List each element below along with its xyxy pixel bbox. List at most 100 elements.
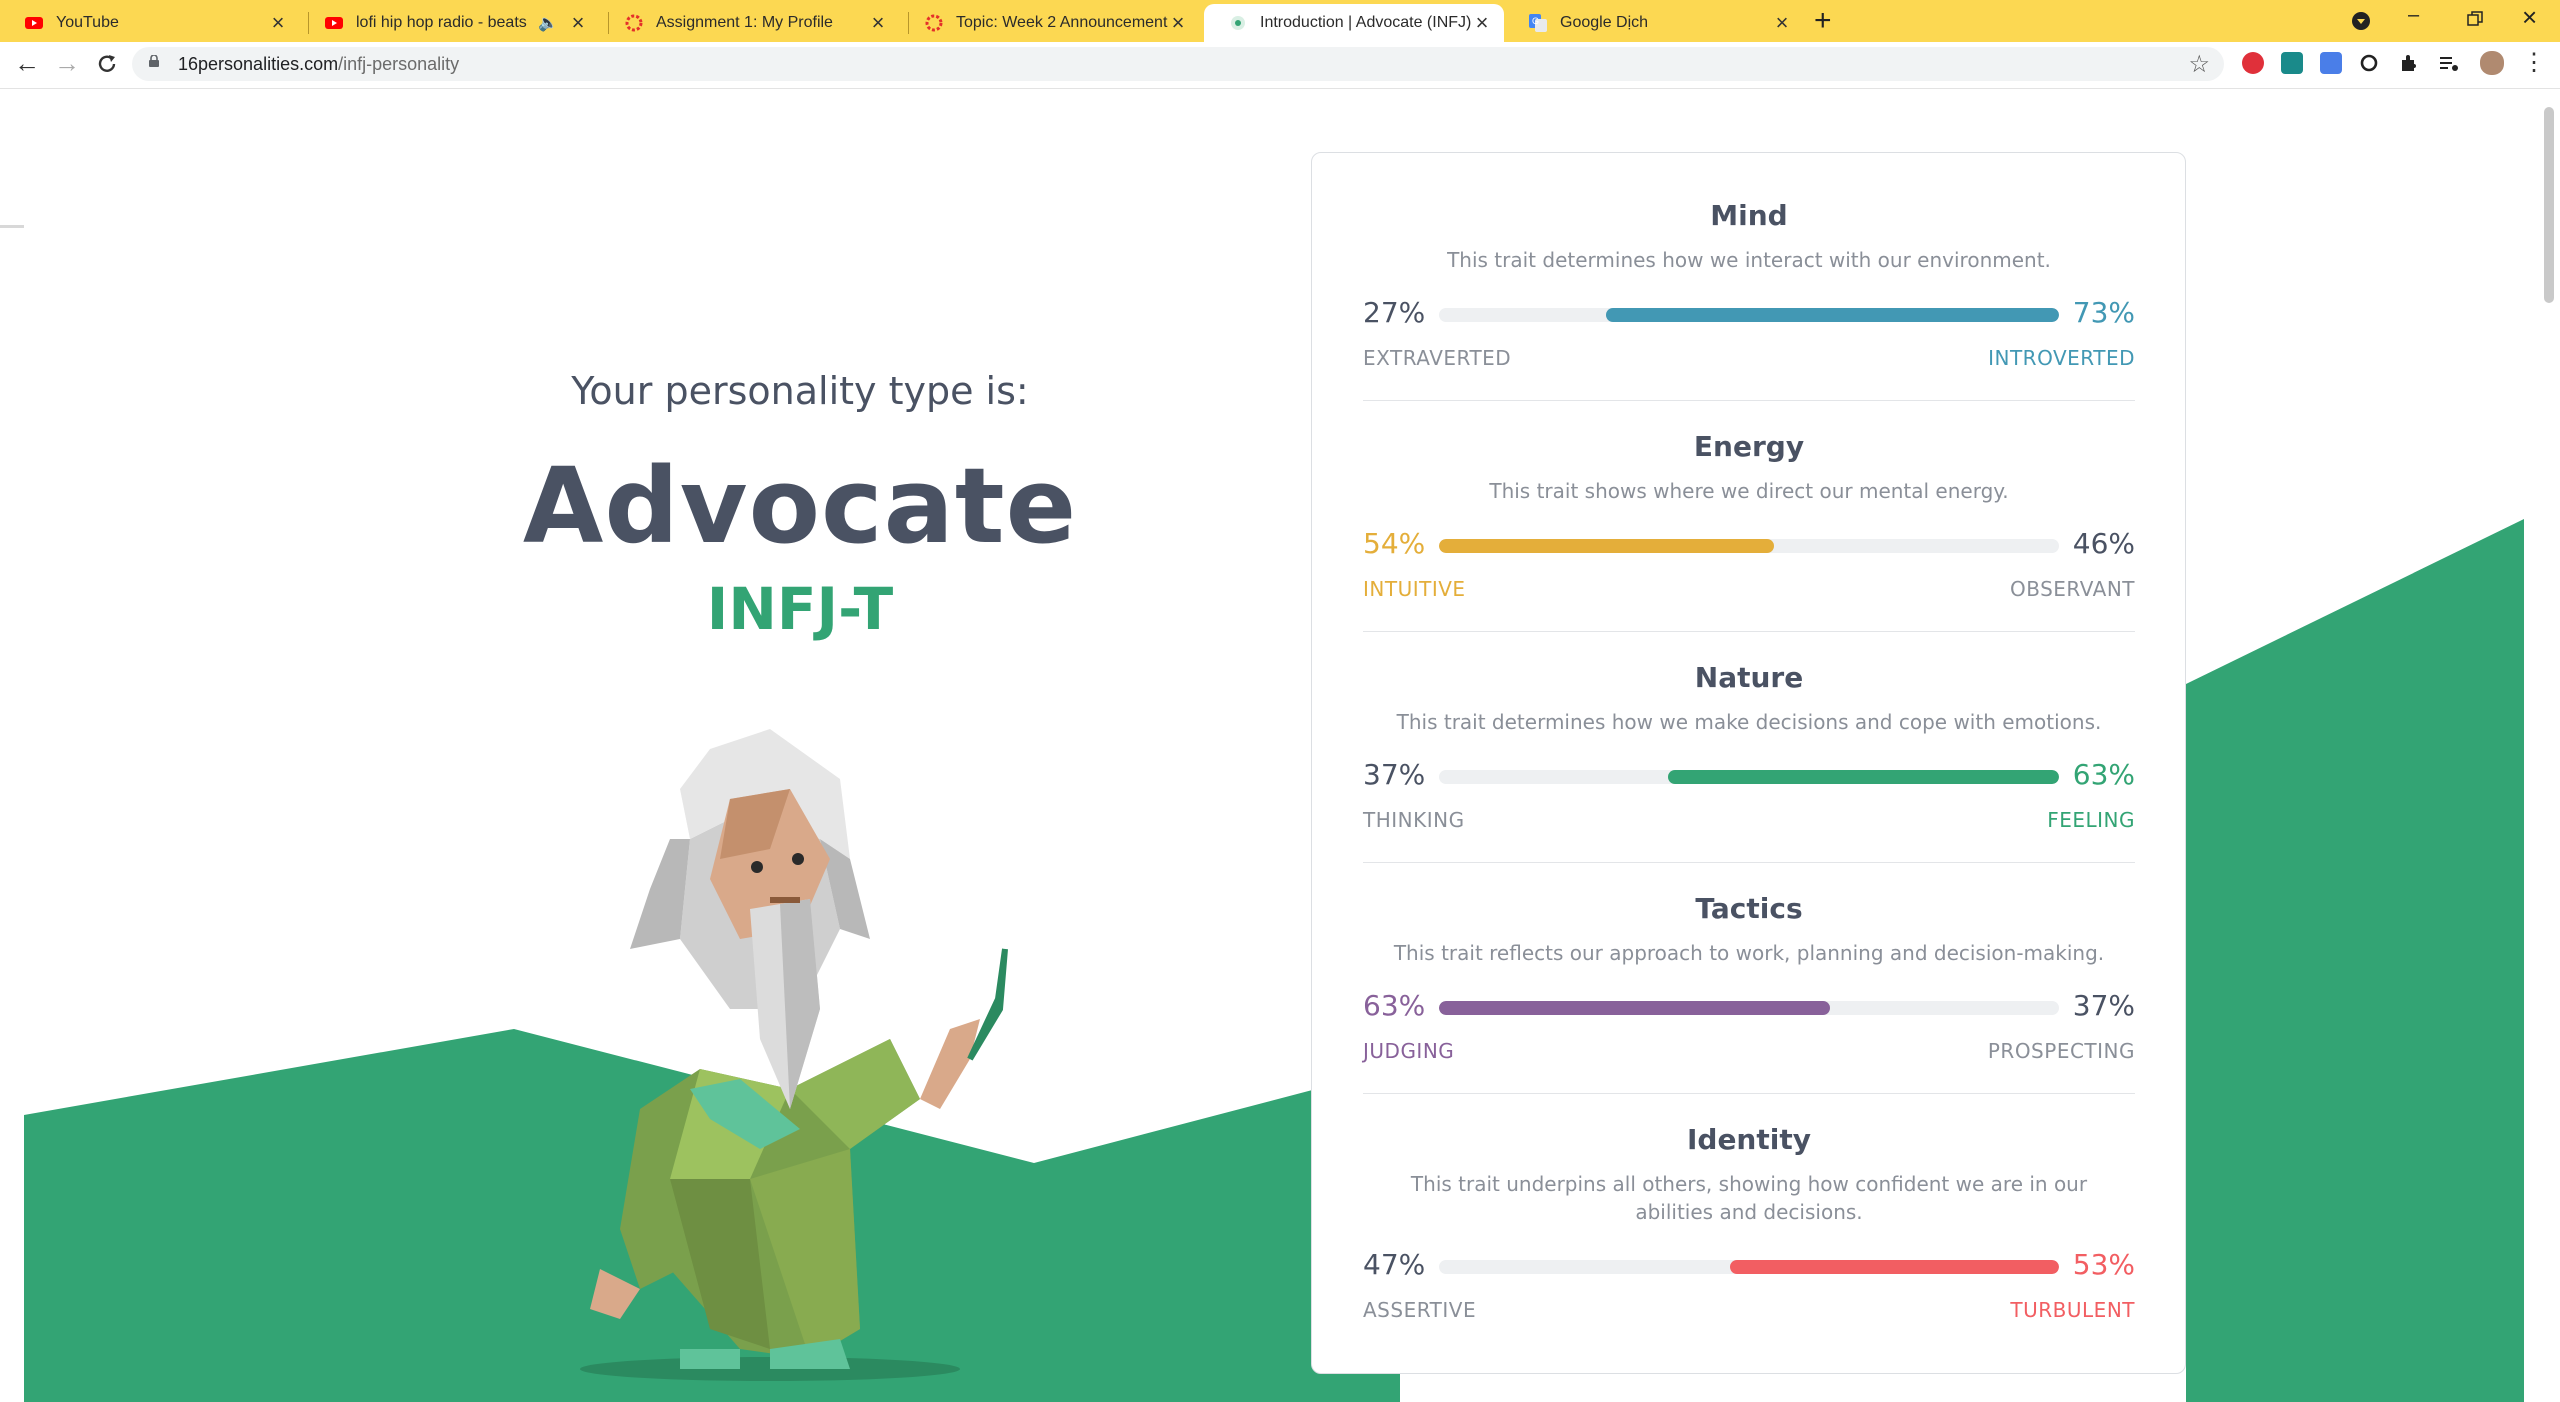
menu-dots-icon[interactable]: ⋮ [2522,48,2546,78]
trait-bar-row: 54% 46% [1363,525,2135,565]
trait-title: Nature [1694,661,1804,694]
16personalities-icon [1231,16,1245,30]
trait-left-percent: 37% [1363,758,1426,791]
extension-icon[interactable] [2281,52,2303,74]
trait-title: Mind [1710,199,1788,232]
page-scrollbar[interactable] [2540,89,2560,1402]
translate-extension-icon[interactable] [2320,52,2342,74]
divider [1363,862,2135,863]
media-queue-icon[interactable] [2438,52,2460,74]
trait-description: This trait reflects our approach to work… [1393,941,2105,965]
tab-assignment[interactable]: Assignment 1: My Profile × [600,4,900,42]
close-tab-icon[interactable]: × [1472,12,1492,34]
tab-title: Topic: Week 2 Announcement [956,14,1168,31]
trait-right-label: OBSERVANT [2009,577,2135,601]
adblock-icon[interactable] [2242,52,2264,74]
trait-left-label: THINKING [1363,808,1465,832]
trait-labels: EXTRAVERTED INTROVERTED [1363,346,2135,374]
trait-description: This trait shows where we direct our men… [1489,479,2009,503]
tab-title: Introduction | Advocate (INFJ) Pe [1260,14,1472,31]
trait-title: Tactics [1695,892,1803,925]
trait-progress-track [1439,1001,2059,1015]
tab-title: Google Dịch [1560,14,1649,31]
new-tab-button[interactable]: + [1814,6,1832,36]
tab-week2[interactable]: Topic: Week 2 Announcement × [900,4,1200,42]
trait-right-percent: 73% [2072,296,2135,329]
trait-right-label: INTROVERTED [1988,346,2135,370]
trait-right-percent: 63% [2072,758,2135,791]
trait-right-label: FEELING [2047,808,2135,832]
trait-left-percent: 54% [1363,527,1426,560]
browser-toolbar: ← → 16personalities.com/infj-personality… [0,42,2560,89]
close-tab-icon[interactable]: × [868,12,888,34]
page-content: Your personality type is: Advocate INFJ-… [0,89,2560,1402]
avatar[interactable] [2480,51,2504,75]
youtube-icon [325,17,343,29]
trait-mind: Mind This trait determines how we intera… [1363,199,2135,374]
restore-icon[interactable] [2466,10,2484,28]
tab-title: YouTube [56,14,119,31]
divider [1363,1093,2135,1094]
trait-labels: JUDGING PROSPECTING [1363,1039,2135,1067]
trait-progress-fill [1668,770,2059,784]
svg-text:G: G [1532,16,1539,26]
scrollbar-thumb[interactable] [2544,107,2554,303]
forward-icon[interactable]: → [54,48,80,78]
close-tab-icon[interactable]: × [1168,12,1188,34]
result-summary: Your personality type is: Advocate INFJ-… [400,369,1200,643]
minimize-icon[interactable]: – [2408,4,2419,27]
trait-right-label: PROSPECTING [1987,1039,2135,1063]
close-tab-icon[interactable]: × [1772,12,1792,34]
address-bar[interactable]: 16personalities.com/infj-personality ☆ [132,47,2224,81]
divider [1363,631,2135,632]
trait-left-label: INTUITIVE [1363,577,1466,601]
advocate-illustration [580,729,1008,1381]
trait-nature: Nature This trait determines how we make… [1363,661,2135,836]
trait-title: Energy [1693,430,1805,463]
tab-google-translate[interactable]: G Google Dịch × [1504,4,1804,42]
url-text: 16personalities.com/infj-personality [178,54,459,75]
youtube-icon [25,17,43,29]
tab-youtube[interactable]: YouTube × [0,4,300,42]
trait-right-percent: 37% [2072,989,2135,1022]
trait-bar-row: 63% 37% [1363,987,2135,1027]
speaker-muted-icon[interactable]: 🔈 [538,13,558,33]
puzzle-icon[interactable] [2398,52,2420,74]
tab-strip: YouTube × lofi hip hop radio - beats to … [0,0,2560,42]
tab-title: Assignment 1: My Profile [656,14,833,31]
trait-left-percent: 27% [1363,296,1426,329]
trait-left-label: ASSERTIVE [1363,1298,1477,1322]
trait-description: This trait determines how we interact wi… [1447,248,2051,272]
type-intro: Your personality type is: [571,369,1029,413]
close-tab-icon[interactable]: × [268,12,288,34]
trait-labels: THINKING FEELING [1363,808,2135,836]
close-tab-icon[interactable]: × [568,12,588,34]
trait-labels: ASSERTIVE TURBULENT [1363,1298,2135,1326]
trait-right-percent: 53% [2072,1248,2135,1281]
bookmark-star-icon[interactable]: ☆ [2188,50,2210,79]
url-path: /infj-personality [338,54,460,74]
trait-left-label: EXTRAVERTED [1363,346,1512,370]
divider [1363,400,2135,401]
trait-progress-fill [1439,539,1774,553]
trait-tactics: Tactics This trait reflects our approach… [1363,892,2135,1067]
url-host: 16personalities.com [178,54,339,74]
sync-icon[interactable] [2358,52,2380,74]
trait-left-percent: 63% [1363,989,1426,1022]
tab-16personalities[interactable]: Introduction | Advocate (INFJ) Pe × [1204,4,1504,42]
close-window-icon[interactable]: × [2522,2,2537,33]
canvas-icon [625,14,643,32]
tab-lofi[interactable]: lofi hip hop radio - beats to r 🔈 × [300,4,600,42]
trait-left-percent: 47% [1363,1248,1426,1281]
trait-description: This trait underpins all others, showing… [1410,1172,2088,1224]
tab-search-icon[interactable] [2350,10,2372,32]
reload-icon[interactable] [96,53,118,75]
trait-bar-row: 37% 63% [1363,756,2135,796]
trait-description: This trait determines how we make decisi… [1396,710,2102,734]
trait-progress-fill [1439,1001,1830,1015]
google-translate-icon: G [1529,14,1547,32]
back-icon[interactable]: ← [14,48,40,78]
trait-progress-fill [1606,308,2059,322]
type-code: INFJ-T [706,575,894,643]
lock-icon[interactable] [148,55,160,67]
